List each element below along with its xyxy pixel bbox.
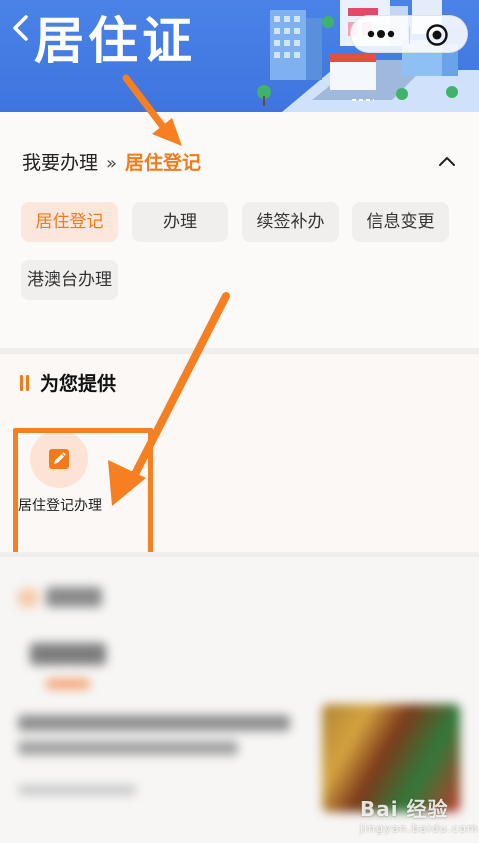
breadcrumb-current: 居住登记 bbox=[125, 152, 202, 174]
breadcrumb: 我要办理 » 居住登记 bbox=[22, 149, 201, 177]
chip-residence-registration[interactable]: 居住登记 bbox=[21, 202, 118, 242]
chip-hk-macau-taiwan[interactable]: 港澳台办理 bbox=[21, 260, 118, 300]
watermark-text: Bai 经验 bbox=[360, 797, 449, 821]
watermark: Bai 经验 jingyan.baidu.com bbox=[360, 793, 479, 835]
page-title: 居住证 bbox=[34, 12, 196, 70]
watermark-sub: jingyan.baidu.com bbox=[360, 822, 479, 835]
target-circle-icon[interactable] bbox=[425, 23, 449, 47]
section-divider bbox=[0, 348, 479, 354]
section-marker-icon bbox=[20, 375, 29, 391]
chip-info-change[interactable]: 信息变更 bbox=[352, 202, 449, 242]
more-dots-icon[interactable] bbox=[359, 20, 403, 48]
chevron-left-icon[interactable] bbox=[10, 14, 32, 42]
chevron-up-icon[interactable] bbox=[437, 153, 457, 169]
chip-handle[interactable]: 办理 bbox=[132, 202, 228, 242]
capsule-divider bbox=[409, 26, 410, 44]
section-title: 为您提供 bbox=[40, 373, 117, 395]
header-banner: 居住证 bbox=[0, 0, 479, 112]
chip-renew-reissue[interactable]: 续签补办 bbox=[242, 202, 339, 242]
mini-program-capsule bbox=[350, 15, 468, 53]
breadcrumb-separator: » bbox=[106, 153, 118, 174]
breadcrumb-root[interactable]: 我要办理 bbox=[22, 152, 98, 174]
